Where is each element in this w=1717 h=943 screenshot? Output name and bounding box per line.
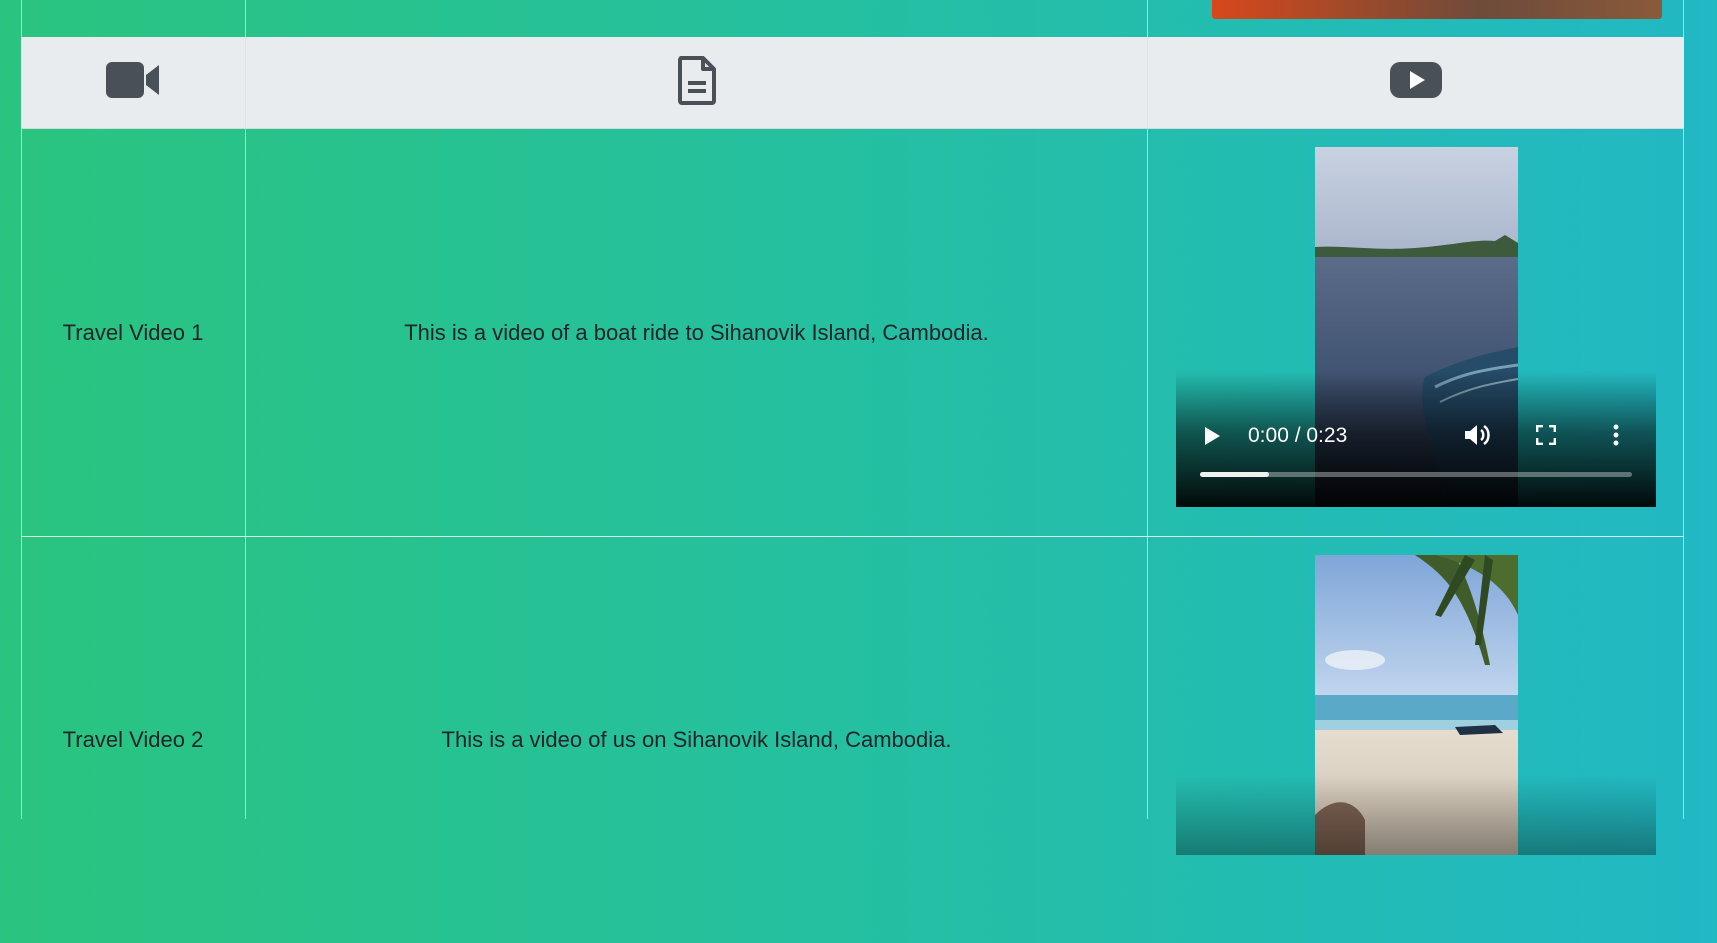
play-button[interactable]: [1202, 425, 1222, 452]
video-description-cell: This is a video of a boat ride to Sihano…: [246, 129, 1147, 536]
header-cell-title: [21, 37, 246, 128]
video-camera-icon: [105, 60, 161, 105]
volume-icon[interactable]: [1463, 422, 1491, 453]
video-title: Travel Video 2: [62, 727, 204, 752]
header-cell-description: [246, 37, 1148, 128]
table-row: Travel Video 1 This is a video of a boat…: [21, 129, 1684, 536]
header-cell-video: [1148, 37, 1684, 128]
video-player[interactable]: [1176, 555, 1656, 855]
fullscreen-icon[interactable]: [1535, 424, 1557, 450]
video-title-cell: Travel Video 1: [21, 129, 245, 536]
document-icon: [677, 55, 717, 110]
video-description: This is a video of a boat ride to Sihano…: [404, 319, 989, 345]
more-options-icon[interactable]: [1613, 424, 1619, 451]
video-title: Travel Video 1: [62, 319, 204, 345]
media-table: Travel Video 1 This is a video of a boat…: [21, 0, 1684, 855]
table-row: Travel Video 2 This is a video of us on …: [21, 537, 1684, 855]
video-controls-overlay: [1176, 775, 1656, 855]
video-time: 0:00 / 0:23: [1248, 424, 1348, 447]
video-progress-fill: [1200, 472, 1270, 477]
video-description: This is a video of us on Sihanovik Islan…: [441, 727, 952, 752]
table-header-row: [21, 37, 1684, 129]
video-progress-bar[interactable]: [1200, 472, 1632, 477]
video-description-cell: This is a video of us on Sihanovik Islan…: [246, 537, 1147, 943]
previous-row-video-thumbnail[interactable]: [1212, 0, 1662, 19]
video-player[interactable]: 0:00 / 0:23: [1176, 147, 1656, 507]
video-title-cell: Travel Video 2: [21, 537, 245, 943]
youtube-icon: [1389, 60, 1443, 105]
